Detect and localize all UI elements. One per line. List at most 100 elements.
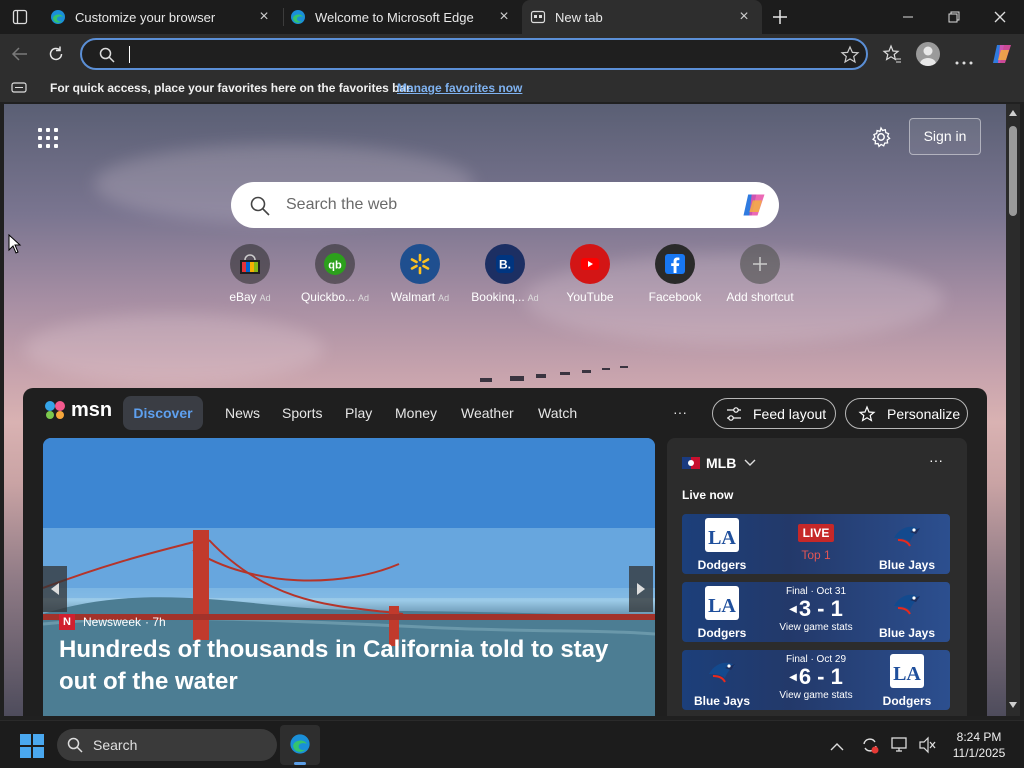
clock[interactable]: 8:24 PM 11/1/2025 xyxy=(944,729,1014,761)
network-icon[interactable] xyxy=(890,736,910,754)
nav-weather[interactable]: Weather xyxy=(461,405,514,421)
scrollbar-thumb[interactable] xyxy=(1009,126,1017,216)
volume-muted-icon[interactable] xyxy=(918,736,936,754)
app-launcher-icon[interactable] xyxy=(38,128,58,148)
sign-in-button[interactable]: Sign in xyxy=(909,118,981,155)
tab-actions-icon[interactable] xyxy=(12,9,28,25)
shortcut-booking[interactable]: B. Bookinq... Ad xyxy=(465,244,545,304)
profile-avatar[interactable] xyxy=(916,42,940,66)
sports-more-icon[interactable]: ··· xyxy=(929,452,943,468)
personalize-icon xyxy=(858,405,876,422)
game-card[interactable]: Blue Jays Final · Oct 29 ◀6 - 1 View gam… xyxy=(682,650,950,710)
shortcut-quickbooks[interactable]: qb Quickbo... Ad xyxy=(295,244,375,304)
feed-layout-button[interactable]: Feed layout xyxy=(712,398,836,429)
dodgers-logo-icon: LA xyxy=(705,518,739,552)
game-card[interactable]: LA Dodgers LIVE Top 1 Blue Jays xyxy=(682,514,950,574)
address-input[interactable] xyxy=(132,44,812,64)
blue-jays-logo-icon xyxy=(705,654,739,688)
nav-sports[interactable]: Sports xyxy=(282,405,322,421)
windows-start-icon[interactable] xyxy=(20,734,44,758)
view-game-stats-link[interactable]: View game stats xyxy=(770,690,862,701)
tab-title: New tab xyxy=(555,9,603,25)
clock-time: 8:24 PM xyxy=(956,730,1002,744)
team-right: Dodgers xyxy=(882,694,932,708)
refresh-icon[interactable] xyxy=(46,44,66,64)
game-status: LIVE Top 1 xyxy=(770,524,862,562)
close-tab-icon[interactable]: × xyxy=(256,9,272,25)
search-icon xyxy=(99,47,115,63)
mouse-cursor-icon xyxy=(8,234,22,254)
favorite-star-icon[interactable] xyxy=(840,45,860,65)
shortcut-label: Bookinq... xyxy=(471,290,525,304)
story-headline[interactable]: Hundreds of thousands in California told… xyxy=(59,634,649,698)
settings-more-icon[interactable] xyxy=(954,52,974,65)
view-game-stats-link[interactable]: View game stats xyxy=(770,622,862,633)
restore-button[interactable] xyxy=(946,9,962,25)
nav-money[interactable]: Money xyxy=(395,405,437,421)
close-window-button[interactable] xyxy=(992,9,1008,25)
search-placeholder: Search the web xyxy=(286,196,398,213)
team-right: Blue Jays xyxy=(878,558,936,572)
newsweek-logo-icon: N xyxy=(59,614,75,630)
text-caret xyxy=(129,46,130,63)
favorites-icon[interactable] xyxy=(882,44,902,64)
close-tab-icon[interactable]: × xyxy=(496,9,512,25)
winner-indicator-icon: ◀ xyxy=(789,672,797,684)
tab-new-tab[interactable]: New tab × xyxy=(522,0,762,34)
close-tab-icon[interactable]: × xyxy=(736,9,752,25)
edge-icon xyxy=(291,10,305,24)
nav-news[interactable]: News xyxy=(225,405,260,421)
scroll-down-arrow-icon[interactable] xyxy=(1009,702,1017,708)
personalize-button[interactable]: Personalize xyxy=(845,398,968,429)
copilot-icon[interactable] xyxy=(990,42,1014,66)
sync-icon[interactable] xyxy=(860,735,880,755)
shortcut-ebay[interactable]: eBay Ad xyxy=(210,244,290,304)
game-result: Final · Oct 29 ◀6 - 1 View game stats xyxy=(770,654,862,701)
youtube-icon xyxy=(570,244,610,284)
nav-play[interactable]: Play xyxy=(345,405,372,421)
team-right: Blue Jays xyxy=(878,626,936,640)
tab-title: Customize your browser xyxy=(75,9,216,25)
carousel-prev-button[interactable] xyxy=(43,566,67,612)
team-left: Dodgers xyxy=(697,558,747,572)
scroll-up-arrow-icon[interactable] xyxy=(1009,110,1017,116)
inning-label: Top 1 xyxy=(801,548,831,562)
tab-title: Welcome to Microsoft Edge xyxy=(315,9,474,25)
nav-watch[interactable]: Watch xyxy=(538,405,577,421)
copilot-icon[interactable] xyxy=(739,191,769,219)
shortcut-label: eBay xyxy=(229,290,257,304)
back-arrow-icon[interactable] xyxy=(10,44,30,64)
shortcut-youtube[interactable]: YouTube xyxy=(550,244,630,304)
shortcut-label: Walmart xyxy=(390,290,436,304)
game-card[interactable]: LA Dodgers Final · Oct 31 ◀3 - 1 View ga… xyxy=(682,582,950,642)
taskbar-search-box[interactable]: Search xyxy=(57,729,277,761)
manage-favorites-link[interactable]: Manage favorites now xyxy=(397,81,522,95)
page-scrollbar[interactable] xyxy=(1006,104,1020,716)
chevron-up-icon[interactable] xyxy=(830,739,844,751)
nav-more-icon[interactable]: ··· xyxy=(673,404,687,420)
story-age: · 7h xyxy=(145,615,166,629)
add-shortcut-button[interactable]: Add shortcut xyxy=(720,244,800,304)
personalize-label: Personalize xyxy=(887,406,961,422)
edge-icon xyxy=(290,734,310,754)
shortcut-walmart[interactable]: Walmart Ad xyxy=(380,244,460,304)
nav-discover[interactable]: Discover xyxy=(123,396,203,430)
hero-story-card[interactable]: N Newsweek · 7h Hundreds of thousands in… xyxy=(43,438,655,716)
carousel-next-button[interactable] xyxy=(629,566,653,612)
taskbar-edge-button[interactable] xyxy=(280,725,320,765)
tab-welcome[interactable]: Welcome to Microsoft Edge × xyxy=(282,0,522,34)
shortcut-facebook[interactable]: Facebook xyxy=(635,244,715,304)
edge-icon xyxy=(51,10,65,24)
web-search-box[interactable]: Search the web xyxy=(231,182,779,228)
league-selector[interactable]: MLB xyxy=(682,453,756,473)
final-score: 3 - 1 xyxy=(798,596,843,621)
svg-text:qb: qb xyxy=(328,260,342,272)
new-tab-button[interactable] xyxy=(770,7,790,27)
tab-customize[interactable]: Customize your browser × xyxy=(42,0,282,34)
gear-icon[interactable] xyxy=(870,126,892,148)
minimize-button[interactable] xyxy=(900,10,916,24)
tab-bar: Customize your browser × Welcome to Micr… xyxy=(0,0,1024,34)
ebay-icon xyxy=(230,244,270,284)
address-bar[interactable] xyxy=(80,38,868,70)
msn-logo[interactable]: msn xyxy=(43,398,112,426)
